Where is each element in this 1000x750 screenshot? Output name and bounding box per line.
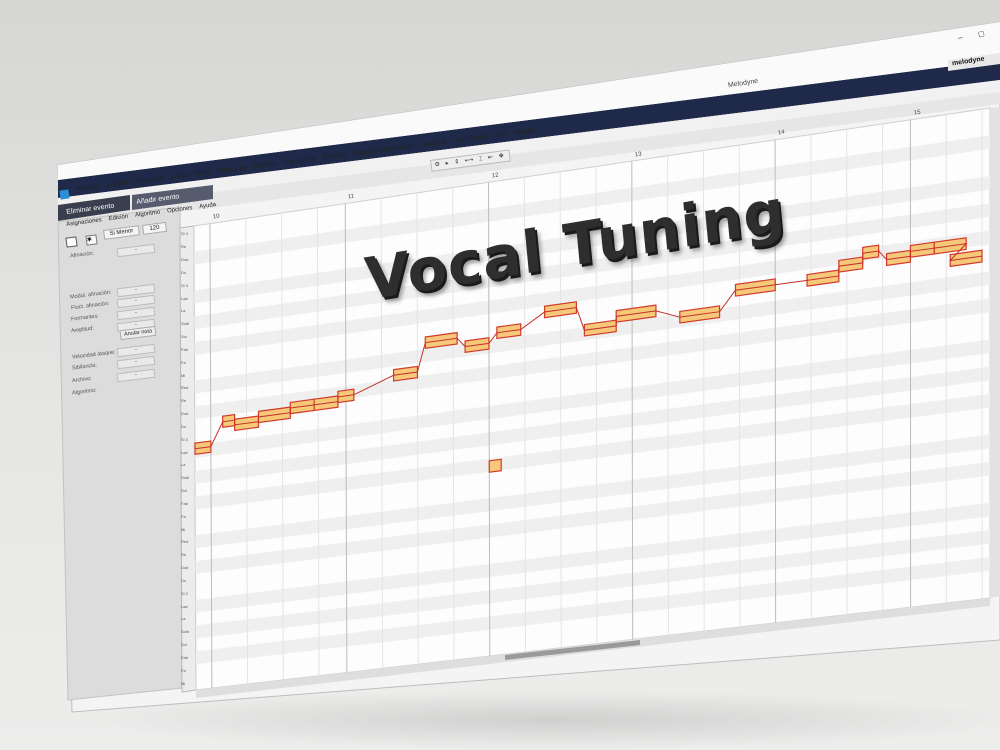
piano-key-label: Re	[181, 552, 187, 558]
piano-key-label: La#	[181, 603, 188, 609]
piano-key-label: Do#	[181, 411, 189, 417]
piano-key-label: Sol	[181, 642, 187, 648]
tool-icon[interactable]: ✱	[85, 234, 98, 246]
scene: Melodyne melodyne – ▢ Archivo Edición Proy…	[0, 0, 1000, 750]
piano-key-label: Si 2	[181, 590, 188, 596]
piano-key-label: La#	[181, 449, 188, 455]
piano-key-label: La#	[181, 295, 188, 301]
piano-key-label: Sol#	[181, 629, 190, 635]
piano-key-label: La	[181, 616, 186, 622]
ruler-bar-number: 10	[212, 213, 221, 221]
piano-key-label: Re#	[181, 385, 189, 391]
ruler-bar-number: 11	[348, 193, 356, 201]
piano-key-label: Fa#	[181, 500, 188, 506]
piano-key-label: Sol	[181, 334, 187, 340]
piano-key-label: Si 4	[181, 282, 188, 288]
piano-key-label: Do	[181, 269, 187, 275]
piano-key-label: La	[181, 462, 186, 468]
piano-key-label: Mi	[181, 372, 186, 378]
piano-key-label: La	[181, 308, 186, 314]
layout-toggle-icon[interactable]	[65, 236, 78, 248]
ruler-bar-number: 12	[491, 172, 499, 180]
piano-key-label: Si 4	[181, 231, 188, 237]
piano-key-label: Fa#	[181, 346, 188, 352]
piano-key-label: Do#	[181, 257, 189, 263]
piano-key-label: Do#	[181, 565, 189, 571]
piano-key-label: Mi	[181, 526, 186, 532]
piano-key-label: Mi	[181, 680, 186, 686]
piano-key-label: Do	[181, 423, 187, 429]
piano-key-label: Fa	[181, 359, 186, 365]
inspector-panel	[57, 206, 183, 701]
app-logo-icon[interactable]	[59, 189, 70, 200]
piano-key-label: Si 3	[181, 436, 188, 442]
piano-key-label: Re	[181, 398, 187, 404]
note-blob[interactable]	[488, 458, 502, 473]
piano-key-label: Fa	[181, 513, 186, 519]
ruler-bar-number: 13	[634, 151, 643, 159]
piano-key-label: Fa#	[181, 654, 188, 660]
piano-key-label: Sol#	[181, 475, 190, 481]
piano-key-label: Sol#	[181, 321, 190, 327]
piano-key-label: Fa	[181, 667, 186, 673]
piano-key-label: Sol	[181, 488, 187, 494]
vertical-scrollbar[interactable]	[990, 107, 1000, 598]
window-maximize-button[interactable]: ▢	[977, 30, 986, 39]
piano-key-label: Re#	[181, 539, 189, 545]
piano-key-label: Re	[181, 244, 187, 250]
piano-key-label: Do	[181, 577, 187, 583]
